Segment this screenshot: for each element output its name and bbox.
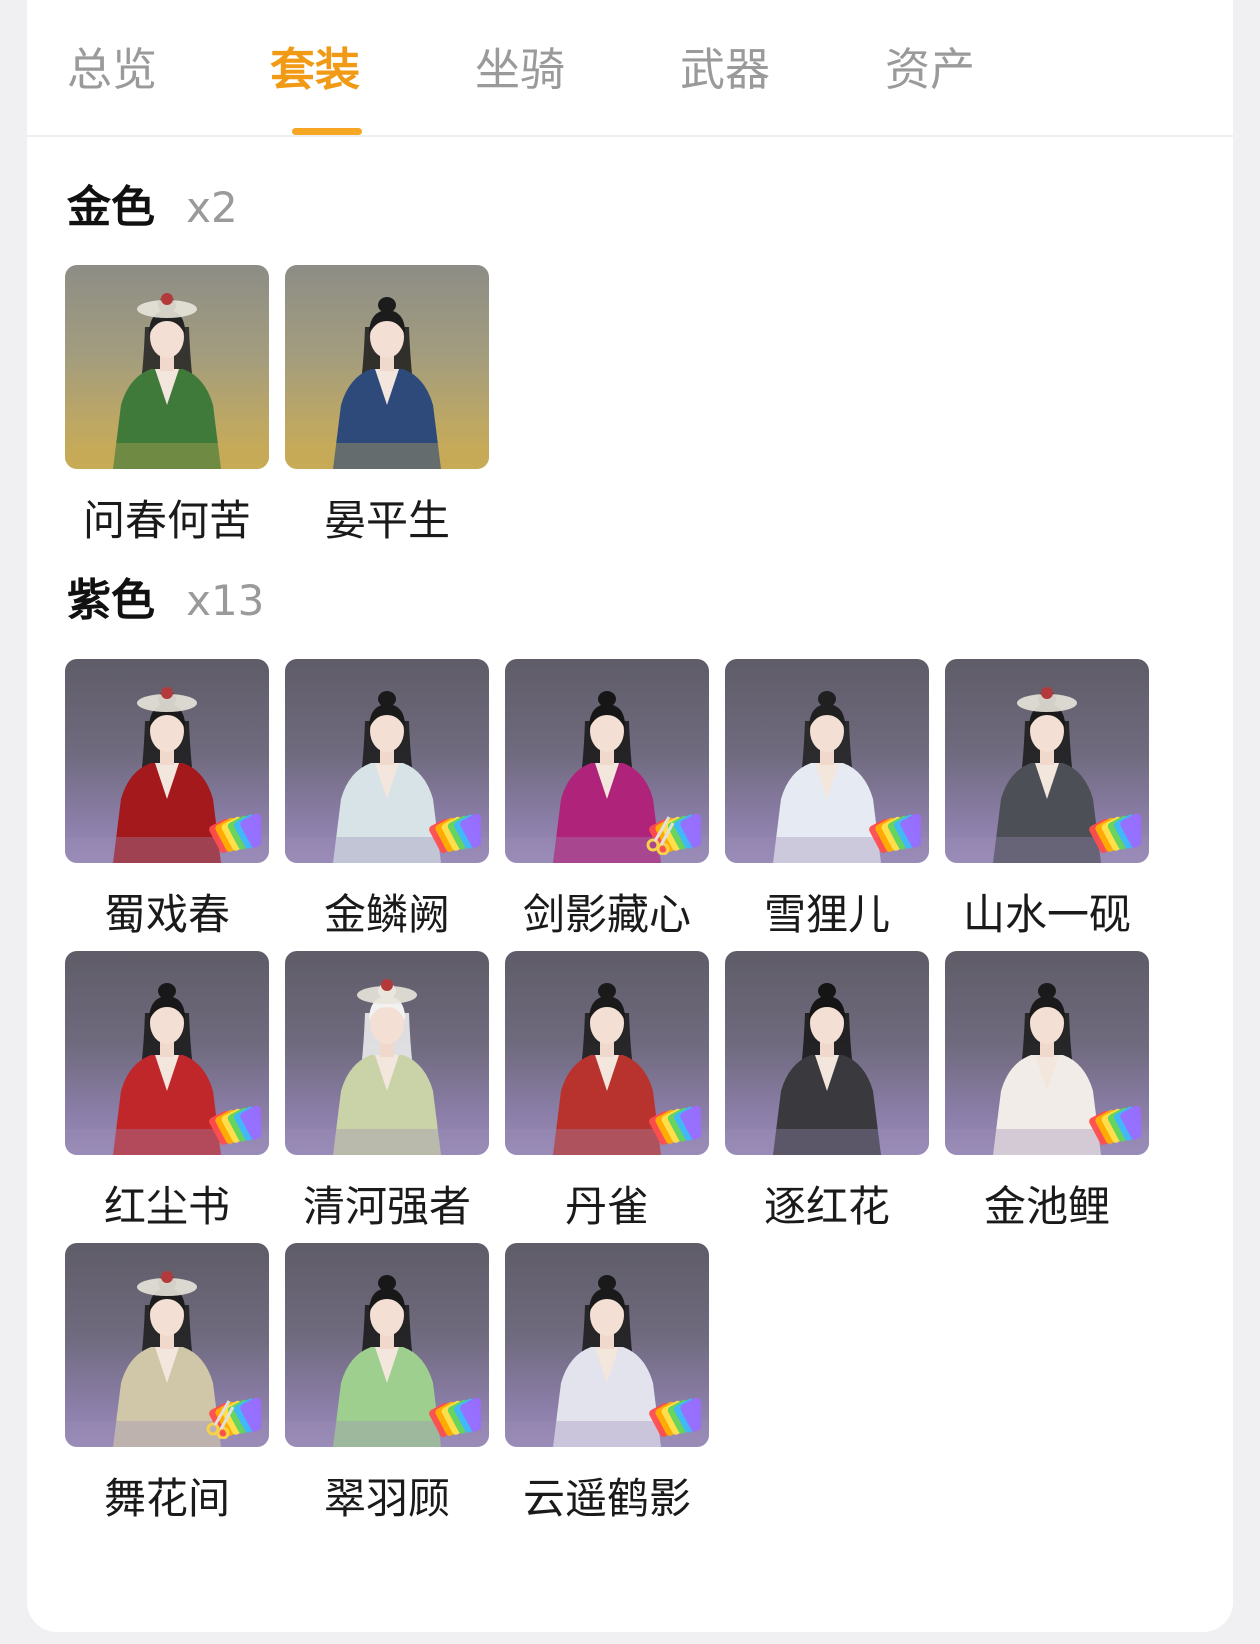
outfit-name: 丹雀 (564, 1182, 649, 1231)
outfit-name: 山水一砚 (962, 890, 1131, 939)
active-tab-indicator (292, 128, 362, 135)
dye-palette-icon (429, 813, 481, 853)
dye-palette-icon (1089, 1105, 1141, 1145)
purple-section-header: 紫色 x13 (67, 571, 264, 631)
section-title: 金色 (67, 182, 155, 233)
outfit-thumbnail[interactable] (505, 951, 709, 1155)
outfit-name: 雪狸儿 (763, 890, 890, 939)
dye-palette-icon (209, 1105, 261, 1145)
character-figure (285, 297, 489, 469)
outfit-name: 金池鲤 (983, 1182, 1110, 1231)
outfit-thumbnail[interactable] (65, 951, 269, 1155)
dye-scissors-icon (646, 813, 701, 855)
tab-mounts[interactable]: 坐骑 (475, 40, 565, 100)
outfit-thumbnail[interactable] (285, 1243, 489, 1447)
outfit-name: 红尘书 (103, 1182, 230, 1231)
dye-palette-icon (429, 1397, 481, 1437)
outfit-name: 金鳞阙 (323, 890, 450, 939)
tab-bar: 总览 套装 坐骑 武器 资产 (27, 0, 1233, 137)
dye-scissors-icon (206, 1397, 261, 1439)
outfit-name: 清河强者 (302, 1182, 471, 1231)
outfit-name: 舞花间 (103, 1474, 230, 1523)
outfit-name: 晏平生 (323, 496, 450, 545)
tab-assets[interactable]: 资产 (885, 40, 975, 100)
dye-palette-icon (649, 1105, 701, 1145)
tab-weapons[interactable]: 武器 (680, 40, 770, 100)
outfit-thumbnail[interactable] (945, 951, 1149, 1155)
outfit-panel: 总览 套装 坐骑 武器 资产 金色 x2 问春何苦 晏平生 紫色 x13 蜀戏春金… (27, 0, 1233, 1632)
outfit-name: 问春何苦 (82, 496, 251, 545)
outfit-thumbnail[interactable] (65, 659, 269, 863)
dye-palette-icon (649, 1397, 701, 1437)
section-count: x2 (186, 183, 238, 232)
dye-palette-icon (209, 813, 261, 853)
outfit-thumbnail[interactable] (285, 659, 489, 863)
section-count: x13 (186, 576, 265, 625)
dye-palette-icon (869, 813, 921, 853)
outfit-thumbnail[interactable] (505, 659, 709, 863)
gold-section-header: 金色 x2 (67, 178, 238, 238)
outfit-thumbnail[interactable] (285, 265, 489, 469)
outfit-name: 蜀戏春 (103, 890, 230, 939)
outfit-thumbnail[interactable] (725, 659, 929, 863)
character-figure (285, 979, 489, 1155)
outfit-name: 翠羽顾 (323, 1474, 450, 1523)
outfit-thumbnail[interactable] (65, 1243, 269, 1447)
character-figure (65, 293, 269, 469)
character-figure (725, 983, 929, 1155)
outfit-thumbnail[interactable] (505, 1243, 709, 1447)
outfit-thumbnail[interactable] (725, 951, 929, 1155)
outfit-name: 剑影藏心 (522, 890, 691, 939)
dye-palette-icon (1089, 813, 1141, 853)
outfit-name: 逐红花 (763, 1182, 890, 1231)
tab-overview[interactable]: 总览 (67, 40, 157, 100)
outfit-thumbnail[interactable] (65, 265, 269, 469)
section-title: 紫色 (67, 575, 155, 626)
tab-outfits[interactable]: 套装 (270, 40, 360, 100)
outfit-thumbnail[interactable] (945, 659, 1149, 863)
outfit-name: 云遥鹤影 (522, 1474, 691, 1523)
outfit-thumbnail[interactable] (285, 951, 489, 1155)
